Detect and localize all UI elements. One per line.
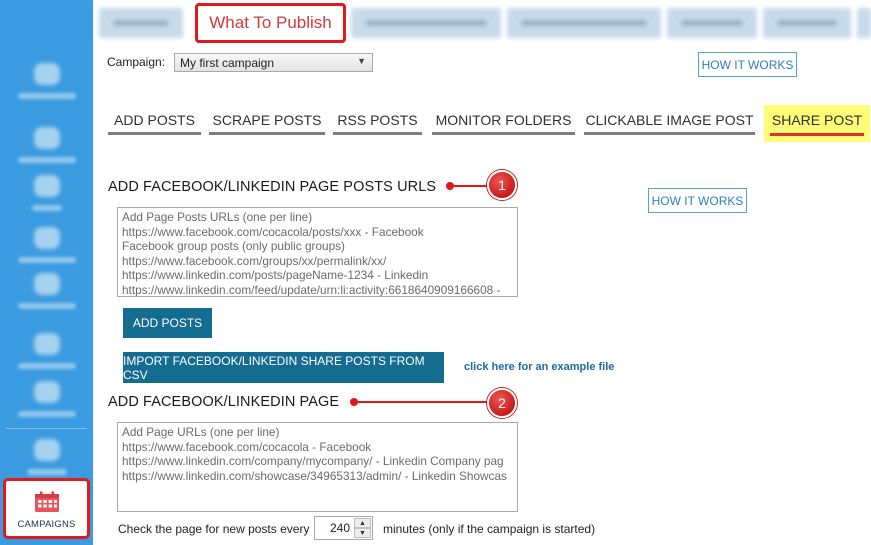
tab-add-posts[interactable]: ADD POSTS (108, 105, 201, 137)
tab-monitor-folders[interactable]: MONITOR FOLDERS (432, 105, 575, 137)
how-it-works-button[interactable]: HOW IT WORKS (698, 52, 797, 77)
check-interval-stepper[interactable]: 240 ▲ ▼ (314, 516, 373, 540)
sidebar-item-accounts[interactable] (0, 366, 93, 432)
app-window: CAMPAIGNS What To Publish Campaign: My f… (0, 0, 871, 545)
top-tab-blurred[interactable] (667, 8, 757, 38)
dashboard-icon (33, 63, 60, 85)
sidebar: CAMPAIGNS (0, 0, 93, 545)
spintax-icon (33, 227, 60, 249)
annotation-pointer-line (450, 185, 490, 187)
tab-what-to-publish[interactable]: What To Publish (195, 3, 346, 43)
how-it-works-button-2[interactable]: HOW IT WORKS (648, 188, 747, 213)
check-interval-suffix: minutes (only if the campaign is started… (383, 522, 596, 536)
page-heading: ADD FACEBOOK/LINKEDIN PAGE (108, 394, 340, 410)
add-posts-button[interactable]: ADD POSTS (123, 308, 212, 338)
step-badge-1: 1 (487, 170, 517, 200)
top-tab-blurred[interactable] (763, 8, 851, 38)
sidebar-item-schedule[interactable] (0, 258, 93, 324)
import-csv-button[interactable]: IMPORT FACEBOOK/LINKEDIN SHARE POSTS FRO… (123, 352, 444, 383)
tab-label: CLICKABLE IMAGE POST (585, 112, 754, 128)
top-tab-blurred[interactable] (351, 8, 501, 38)
sidebar-item-campaigns[interactable]: CAMPAIGNS (3, 478, 90, 539)
tab-label: SCRAPE POSTS (212, 112, 322, 128)
top-tab-blurred[interactable] (99, 8, 183, 38)
posts-icon (33, 175, 60, 197)
annotation-pointer-line (354, 401, 490, 403)
sidebar-item-dashboard[interactable] (0, 48, 93, 114)
campaigns-label: CAMPAIGNS (17, 519, 76, 530)
tab-scrape-posts[interactable]: SCRAPE POSTS (209, 105, 325, 137)
campaign-select[interactable]: My first campaign ▼ (174, 53, 373, 72)
top-tab-blurred[interactable] (507, 8, 661, 38)
page-urls-textarea[interactable]: Add Page URLs (one per line) https://www… (117, 422, 518, 512)
top-tab-blurred[interactable] (857, 8, 871, 38)
campaign-label: Campaign: (107, 55, 166, 69)
tab-rss-posts[interactable]: RSS POSTS (333, 105, 422, 137)
campaign-select-value: My first campaign (180, 56, 275, 70)
schedule-icon (33, 273, 60, 295)
page-posts-heading: ADD FACEBOOK/LINKEDIN PAGE POSTS URLS (108, 179, 437, 195)
tab-clickable-image-post[interactable]: CLICKABLE IMAGE POST (584, 105, 755, 137)
tab-share-post[interactable]: SHARE POST (764, 105, 870, 142)
step-badge-2: 2 (487, 388, 517, 418)
top-tab-strip: What To Publish (93, 0, 871, 44)
check-interval-value: 240 (329, 521, 350, 535)
chevron-down-icon: ▼ (357, 56, 366, 66)
example-file-link[interactable]: click here for an example file (464, 361, 614, 373)
calendar-icon (34, 491, 59, 512)
tab-label: RSS POSTS (337, 112, 418, 128)
tab-label: MONITOR FOLDERS (435, 112, 572, 128)
rules-icon (33, 333, 60, 355)
social-networks-icon (33, 127, 60, 149)
stepper-down-icon[interactable]: ▼ (354, 528, 371, 538)
check-interval-label: Check the page for new posts every (118, 522, 310, 536)
tab-label: SHARE POST (771, 112, 863, 128)
tab-label: ADD POSTS (114, 112, 195, 128)
page-posts-urls-textarea[interactable]: Add Page Posts URLs (one per line) https… (117, 207, 518, 297)
accounts-icon (33, 381, 60, 403)
stepper-up-icon[interactable]: ▲ (354, 518, 371, 528)
settings-icon (33, 439, 60, 461)
